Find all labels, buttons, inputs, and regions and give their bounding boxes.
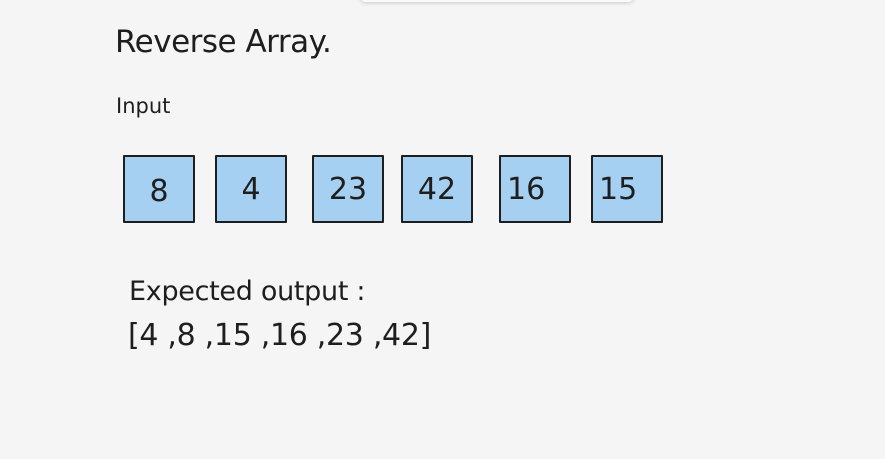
- array-cell-value: 42: [417, 171, 457, 207]
- array-cell-value: 16: [507, 171, 546, 207]
- array-cell-value: 23: [328, 171, 368, 207]
- diagram-title: Reverse Array.: [115, 24, 332, 60]
- array-cell-value: 8: [149, 173, 169, 209]
- array-cell: 16: [499, 155, 571, 223]
- array-cell: 42: [401, 155, 473, 223]
- toolbar-tab: [360, 0, 634, 2]
- array-cell: 15: [591, 155, 663, 223]
- expected-output-value: [4 ,8 ,15 ,16 ,23 ,42]: [128, 318, 432, 353]
- array-cell-value: 4: [241, 171, 261, 207]
- array-cell: 4: [215, 155, 287, 223]
- expected-output-label: Expected output :: [129, 276, 366, 307]
- input-label: Input: [116, 94, 171, 118]
- array-cell: 23: [312, 155, 384, 223]
- array-cell: 8: [123, 155, 195, 223]
- array-cell-value: 15: [599, 171, 638, 207]
